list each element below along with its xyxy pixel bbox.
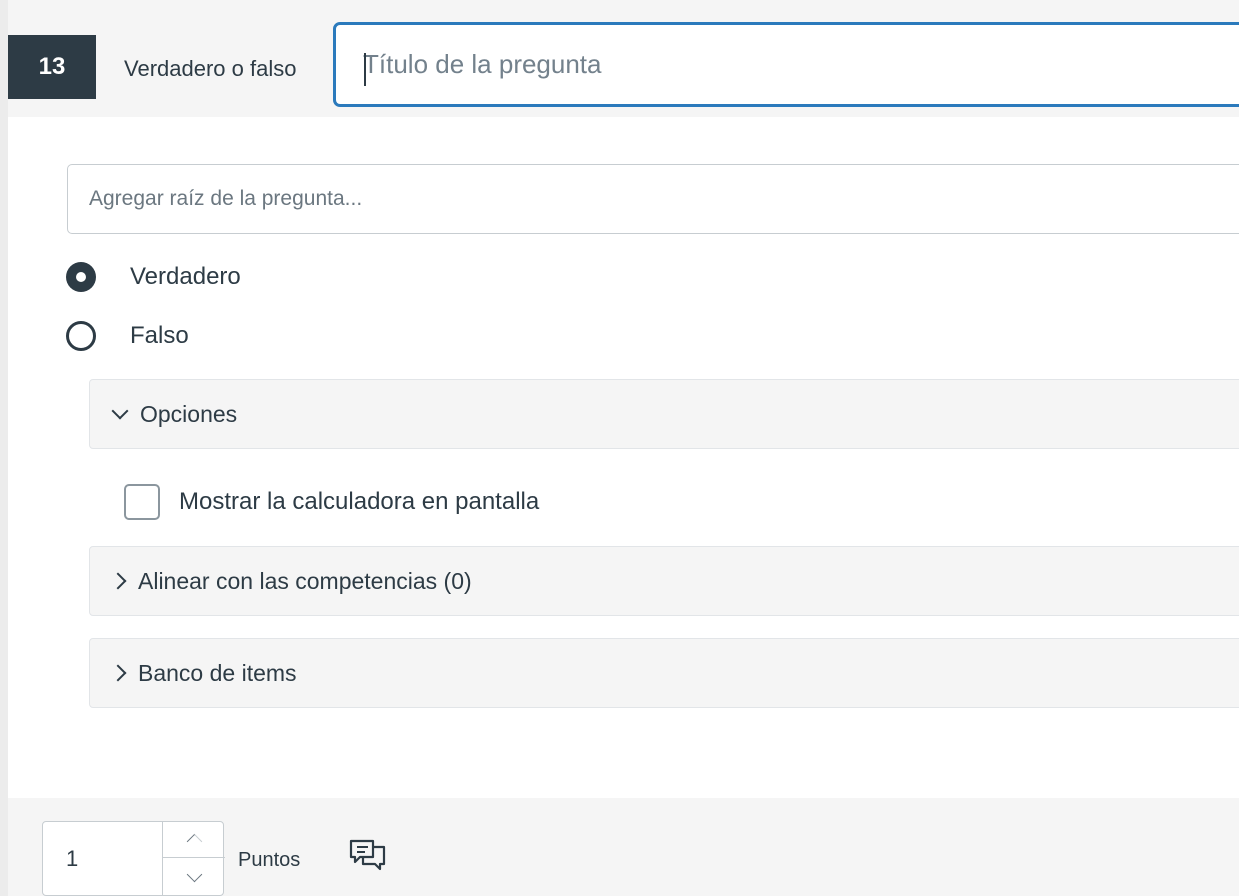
item-bank-panel-header[interactable]: Banco de items <box>89 638 1239 708</box>
chevron-down-icon <box>186 866 202 882</box>
calculator-option[interactable]: Mostrar la calculadora en pantalla <box>124 484 539 520</box>
points-decrement-button[interactable] <box>163 858 225 895</box>
left-border <box>0 0 8 896</box>
outcomes-panel-label: Alinear con las competencias (0) <box>138 567 472 594</box>
question-type-label: Verdadero o falso <box>124 56 297 81</box>
answer-option-true[interactable]: Verdadero <box>66 262 241 292</box>
item-bank-panel-label: Banco de items <box>138 659 297 686</box>
points-label: Puntos <box>238 849 301 871</box>
question-title-input[interactable] <box>333 22 1239 107</box>
options-panel-header[interactable]: Opciones <box>89 379 1239 449</box>
question-stem-input[interactable] <box>67 164 1239 234</box>
text-caret <box>364 53 366 86</box>
chevron-down-icon <box>111 402 129 420</box>
chevron-up-icon <box>186 833 202 850</box>
outcomes-panel-header[interactable]: Alinear con las competencias (0) <box>89 546 1239 616</box>
chevron-right-icon <box>109 572 127 590</box>
answer-option-false[interactable]: Falso <box>66 321 189 351</box>
points-stepper[interactable] <box>162 821 225 896</box>
options-panel-label: Opciones <box>140 400 238 427</box>
calculator-label: Mostrar la calculadora en pantalla <box>179 488 540 515</box>
points-value[interactable]: 1 <box>66 846 78 872</box>
calculator-checkbox[interactable] <box>124 484 160 520</box>
question-number-badge: 13 <box>8 35 96 99</box>
chevron-right-icon <box>109 664 127 682</box>
points-increment-button[interactable] <box>163 821 225 858</box>
radio-false[interactable] <box>66 321 96 351</box>
answer-label-false: Falso <box>130 322 189 349</box>
comment-icon[interactable] <box>349 838 387 879</box>
radio-true[interactable] <box>66 262 96 292</box>
answer-label-true: Verdadero <box>130 263 241 290</box>
